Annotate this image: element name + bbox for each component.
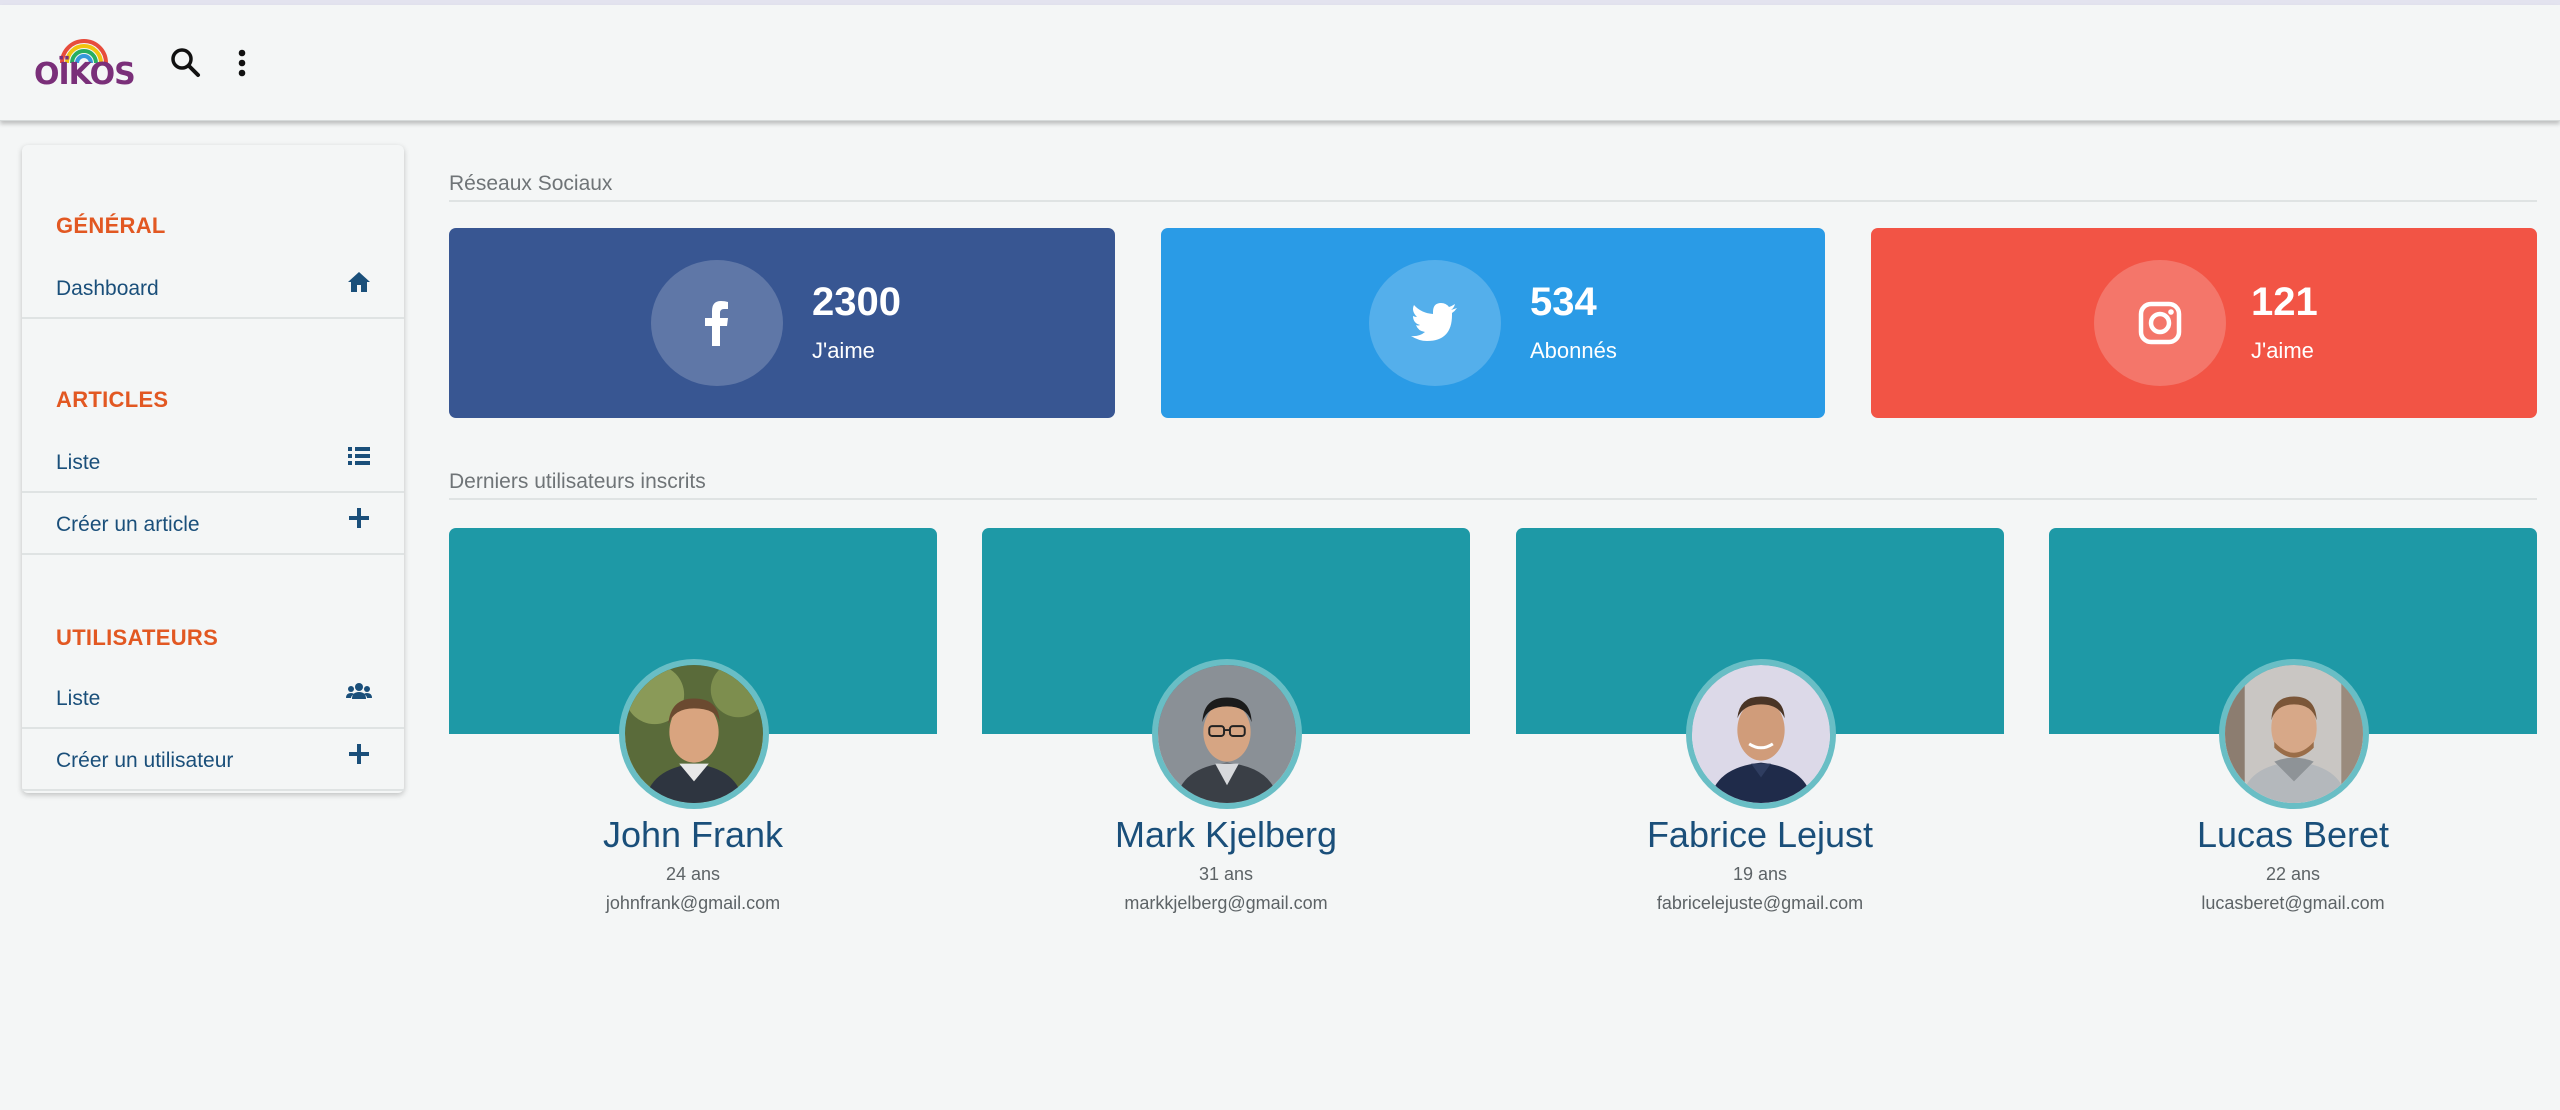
user-age: 19 ans (1732, 864, 1788, 884)
sidebar-item-label: Créer un utilisateur (56, 749, 234, 772)
user-name: Lucas Beret (2196, 814, 2390, 855)
sidebar-item-dashboard[interactable]: Dashboard (22, 257, 404, 319)
sidebar-item-create-article[interactable]: Créer un article (22, 493, 404, 555)
list-icon (346, 443, 372, 469)
avatar (1686, 659, 1836, 809)
users-section-title: Derniers utilisateurs inscrits (449, 470, 2537, 500)
sidebar-section-general: GÉNÉRAL (56, 213, 166, 238)
plus-icon (346, 505, 372, 531)
user-age: 22 ans (2265, 864, 2321, 884)
users-icon (346, 679, 372, 705)
user-name: John Frank (602, 814, 784, 855)
sidebar-item-articles-list[interactable]: Liste (22, 431, 404, 493)
user-age: 24 ans (665, 864, 721, 884)
sidebar-section-users: UTILISATEURS (56, 625, 219, 650)
avatar (1152, 659, 1302, 809)
user-email: markkjelberg@gmail.com (1124, 893, 1328, 913)
top-bar: OÏKOS (0, 5, 2560, 121)
facebook-label: J'aime (812, 338, 875, 363)
user-card[interactable]: Fabrice Lejust 19 ans fabricelejuste@gma… (1516, 528, 2004, 928)
user-email: lucasberet@gmail.com (2201, 893, 2385, 913)
sidebar-section-articles: ARTICLES (56, 387, 169, 412)
user-card[interactable]: Mark Kjelberg 31 ans markkjelberg@gmail.… (982, 528, 1470, 928)
avatar (2219, 659, 2369, 809)
more-vertical-icon[interactable] (222, 43, 262, 83)
facebook-card[interactable]: 2300 J'aime (449, 228, 1115, 418)
facebook-icon (651, 260, 783, 386)
sidebar-item-label: Liste (56, 451, 101, 474)
twitter-icon (1369, 260, 1501, 386)
plus-icon (346, 741, 372, 767)
instagram-count: 121 (2251, 280, 2318, 324)
sidebar-item-label: Dashboard (56, 277, 159, 300)
home-icon (346, 269, 372, 295)
instagram-label: J'aime (2251, 338, 2314, 363)
sidebar-item-users-list[interactable]: Liste (22, 667, 404, 729)
logo-text: OÏKOS (34, 57, 136, 92)
user-email: fabricelejuste@gmail.com (1656, 893, 1864, 913)
search-icon[interactable] (166, 43, 206, 83)
twitter-card[interactable]: 534 Abonnés (1161, 228, 1825, 418)
instagram-icon (2094, 260, 2226, 386)
user-card[interactable]: John Frank 24 ans johnfrank@gmail.com (449, 528, 937, 928)
oikos-logo[interactable]: OÏKOS (34, 37, 136, 95)
user-email: johnfrank@gmail.com (605, 893, 781, 913)
user-card[interactable]: Lucas Beret 22 ans lucasberet@gmail.com (2049, 528, 2537, 928)
sidebar-item-label: Créer un article (56, 513, 200, 536)
facebook-count: 2300 (812, 280, 901, 324)
social-section-title: Réseaux Sociaux (449, 172, 2537, 202)
instagram-card[interactable]: 121 J'aime (1871, 228, 2537, 418)
user-age: 31 ans (1198, 864, 1254, 884)
twitter-count: 534 (1530, 280, 1597, 324)
sidebar: GÉNÉRAL Dashboard ARTICLES Liste Créer u… (22, 145, 404, 793)
sidebar-item-label: Liste (56, 687, 101, 710)
user-name: Mark Kjelberg (1114, 814, 1338, 855)
user-name: Fabrice Lejust (1646, 814, 1874, 855)
twitter-label: Abonnés (1530, 338, 1617, 363)
sidebar-item-create-user[interactable]: Créer un utilisateur (22, 729, 404, 791)
avatar (619, 659, 769, 809)
